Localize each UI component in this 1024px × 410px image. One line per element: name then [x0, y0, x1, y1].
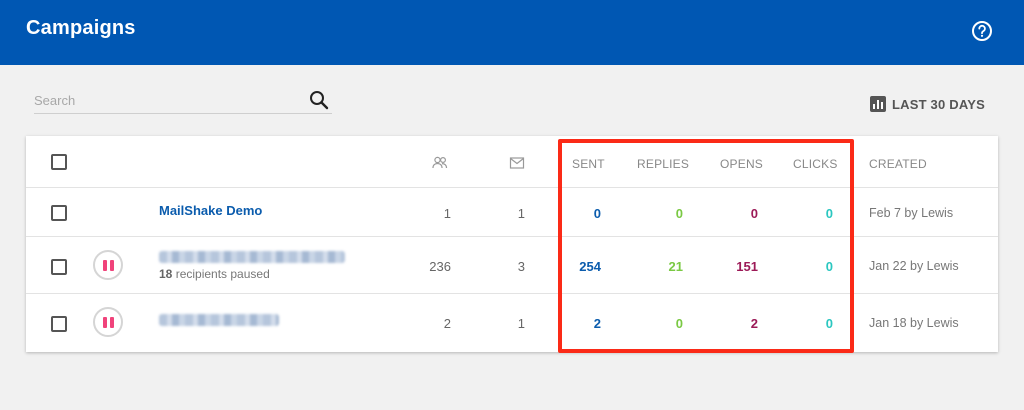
campaigns-table: SENT REPLIES OPENS CLICKS CREATED MailSh…	[26, 136, 998, 352]
recipients-count: 236	[429, 259, 451, 274]
sent-count: 254	[579, 259, 601, 274]
campaign-name-redacted[interactable]	[159, 314, 279, 326]
date-range-button[interactable]: LAST 30 DAYS	[870, 94, 985, 114]
row-checkbox[interactable]	[51, 205, 67, 221]
pause-icon[interactable]	[93, 307, 123, 337]
column-clicks[interactable]: CLICKS	[793, 157, 838, 171]
search-input[interactable]	[34, 90, 294, 110]
column-created[interactable]: CREATED	[869, 157, 927, 171]
table-row: MailShake Demo 1 1 0 0 0 0 Feb 7 by Lewi…	[26, 188, 998, 237]
recipients-count: 1	[443, 206, 451, 221]
paused-recipients-note: 18 recipients paused	[159, 267, 270, 281]
replies-count: 21	[668, 259, 683, 274]
sent-count: 2	[593, 316, 601, 331]
bar-chart-icon	[870, 96, 886, 112]
help-circle-icon[interactable]	[971, 20, 993, 42]
messages-count: 1	[517, 206, 525, 221]
created-info: Jan 18 by Lewis	[869, 316, 959, 330]
people-icon	[432, 156, 448, 169]
sent-count: 0	[593, 206, 601, 221]
messages-count: 3	[517, 259, 525, 274]
opens-count: 151	[736, 259, 758, 274]
opens-count: 2	[750, 316, 758, 331]
search-bar	[34, 86, 332, 114]
table-row: 18 recipients paused 236 3 254 21 151 0 …	[26, 237, 998, 294]
column-opens[interactable]: OPENS	[720, 157, 763, 171]
table-row: 2 1 2 0 2 0 Jan 18 by Lewis	[26, 294, 998, 352]
table-header: SENT REPLIES OPENS CLICKS CREATED	[26, 136, 998, 188]
campaign-name-redacted[interactable]	[159, 251, 345, 263]
replies-count: 0	[675, 316, 683, 331]
row-checkbox[interactable]	[51, 259, 67, 275]
top-bar: Campaigns	[0, 0, 1024, 65]
pause-icon[interactable]	[93, 250, 123, 280]
created-info: Jan 22 by Lewis	[869, 259, 959, 273]
page-title: Campaigns	[26, 17, 136, 39]
opens-count: 0	[750, 206, 758, 221]
search-icon[interactable]	[308, 89, 330, 111]
clicks-count: 0	[825, 206, 833, 221]
column-replies[interactable]: REPLIES	[637, 157, 689, 171]
clicks-count: 0	[825, 259, 833, 274]
row-checkbox[interactable]	[51, 316, 67, 332]
mail-icon	[509, 157, 525, 169]
created-info: Feb 7 by Lewis	[869, 206, 954, 220]
date-range-label: LAST 30 DAYS	[892, 96, 985, 112]
recipients-count: 2	[443, 316, 451, 331]
replies-count: 0	[675, 206, 683, 221]
select-all-checkbox[interactable]	[51, 154, 67, 170]
column-sent[interactable]: SENT	[572, 157, 605, 171]
clicks-count: 0	[825, 316, 833, 331]
messages-count: 1	[517, 316, 525, 331]
campaign-name-link[interactable]: MailShake Demo	[159, 203, 262, 218]
